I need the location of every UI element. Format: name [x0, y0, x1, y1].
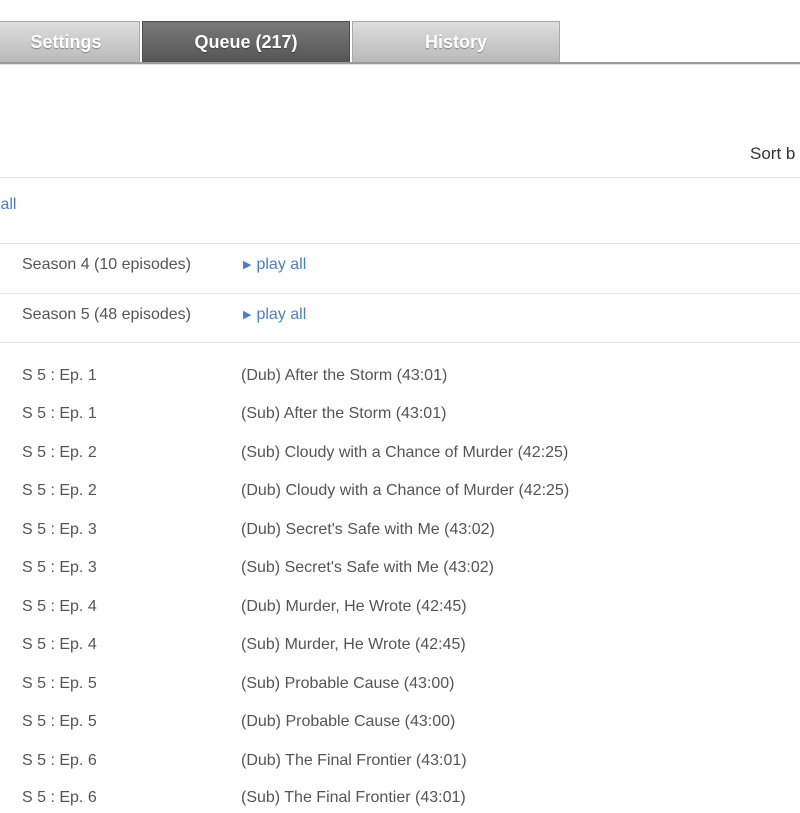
- season-row-4[interactable]: Season 4 (10 episodes) ▶ play all: [0, 256, 800, 286]
- episode-row[interactable]: S 5 : Ep. 4 (Dub) Murder, He Wrote (42:4…: [0, 598, 800, 622]
- play-triangle-icon: ▶: [243, 309, 252, 321]
- episode-row[interactable]: S 5 : Ep. 3 (Sub) Secret's Safe with Me …: [0, 559, 800, 583]
- episode-title[interactable]: (Sub) After the Storm (43:01): [241, 405, 446, 423]
- episode-title[interactable]: (Dub) Cloudy with a Chance of Murder (42…: [241, 482, 569, 500]
- episode-number: S 5 : Ep. 4: [22, 598, 97, 615]
- tab-settings[interactable]: Settings: [0, 21, 140, 62]
- play-triangle-icon: ▶: [243, 259, 252, 271]
- episode-number: S 5 : Ep. 1: [22, 405, 97, 422]
- episode-row[interactable]: S 5 : Ep. 5 (Sub) Probable Cause (43:00): [0, 675, 800, 699]
- episode-number: S 5 : Ep. 6: [22, 752, 97, 769]
- episode-row[interactable]: S 5 : Ep. 4 (Sub) Murder, He Wrote (42:4…: [0, 636, 800, 660]
- tab-bar: Settings Queue (217) History: [0, 0, 800, 66]
- episode-row[interactable]: S 5 : Ep. 3 (Dub) Secret's Safe with Me …: [0, 521, 800, 545]
- episode-number: S 5 : Ep. 2: [22, 444, 97, 461]
- episode-title[interactable]: (Dub) After the Storm (43:01): [241, 367, 447, 385]
- episode-row[interactable]: S 5 : Ep. 5 (Dub) Probable Cause (43:00): [0, 713, 800, 737]
- season-play-all-link[interactable]: ▶ play all: [243, 306, 306, 324]
- sort-by-label[interactable]: Sort b: [750, 144, 795, 164]
- episode-row[interactable]: S 5 : Ep. 6 (Dub) The Final Frontier (43…: [0, 752, 800, 776]
- tab-underline-shadow: [0, 64, 800, 65]
- episode-title[interactable]: (Dub) Secret's Safe with Me (43:02): [241, 521, 495, 539]
- divider: [0, 342, 800, 343]
- tab-history-label: History: [424, 31, 487, 52]
- tab-history[interactable]: History: [352, 21, 560, 62]
- episode-title[interactable]: (Sub) The Final Frontier (43:01): [241, 789, 466, 807]
- episode-row[interactable]: S 5 : Ep. 2 (Dub) Cloudy with a Chance o…: [0, 482, 800, 506]
- season-row-5[interactable]: Season 5 (48 episodes) ▶ play all: [0, 306, 800, 336]
- tab-queue-label: Queue (217): [194, 31, 298, 52]
- season-label: Season 4 (10 episodes): [22, 256, 191, 273]
- divider: [0, 293, 800, 294]
- season-play-all-link[interactable]: ▶ play all: [243, 256, 306, 274]
- divider: [0, 243, 800, 244]
- episode-number: S 5 : Ep. 5: [22, 675, 97, 692]
- play-all-link[interactable]: y all: [0, 196, 16, 214]
- episode-number: S 5 : Ep. 1: [22, 367, 97, 384]
- episode-row[interactable]: S 5 : Ep. 1 (Sub) After the Storm (43:01…: [0, 405, 800, 429]
- episode-number: S 5 : Ep. 6: [22, 789, 97, 806]
- tab-queue[interactable]: Queue (217): [142, 21, 350, 62]
- episode-row[interactable]: S 5 : Ep. 6 (Sub) The Final Frontier (43…: [0, 789, 800, 813]
- season-play-all-text: play all: [256, 256, 307, 273]
- episode-number: S 5 : Ep. 4: [22, 636, 97, 653]
- episode-title[interactable]: (Dub) Probable Cause (43:00): [241, 713, 455, 731]
- episode-row[interactable]: S 5 : Ep. 2 (Sub) Cloudy with a Chance o…: [0, 444, 800, 468]
- episode-title[interactable]: (Sub) Probable Cause (43:00): [241, 675, 454, 693]
- episode-title[interactable]: (Sub) Secret's Safe with Me (43:02): [241, 559, 494, 577]
- episode-number: S 5 : Ep. 2: [22, 482, 97, 499]
- tab-settings-label: Settings: [30, 31, 102, 52]
- episode-title[interactable]: (Dub) The Final Frontier (43:01): [241, 752, 467, 770]
- divider: [0, 177, 800, 178]
- episode-number: S 5 : Ep. 3: [22, 521, 97, 538]
- episode-title[interactable]: (Sub) Murder, He Wrote (42:45): [241, 636, 466, 654]
- episode-title[interactable]: (Dub) Murder, He Wrote (42:45): [241, 598, 467, 616]
- episode-number: S 5 : Ep. 3: [22, 559, 97, 576]
- episode-number: S 5 : Ep. 5: [22, 713, 97, 730]
- episode-title[interactable]: (Sub) Cloudy with a Chance of Murder (42…: [241, 444, 568, 462]
- season-label: Season 5 (48 episodes): [22, 306, 191, 323]
- episode-row[interactable]: S 5 : Ep. 1 (Dub) After the Storm (43:01…: [0, 367, 800, 391]
- season-play-all-text: play all: [256, 306, 307, 323]
